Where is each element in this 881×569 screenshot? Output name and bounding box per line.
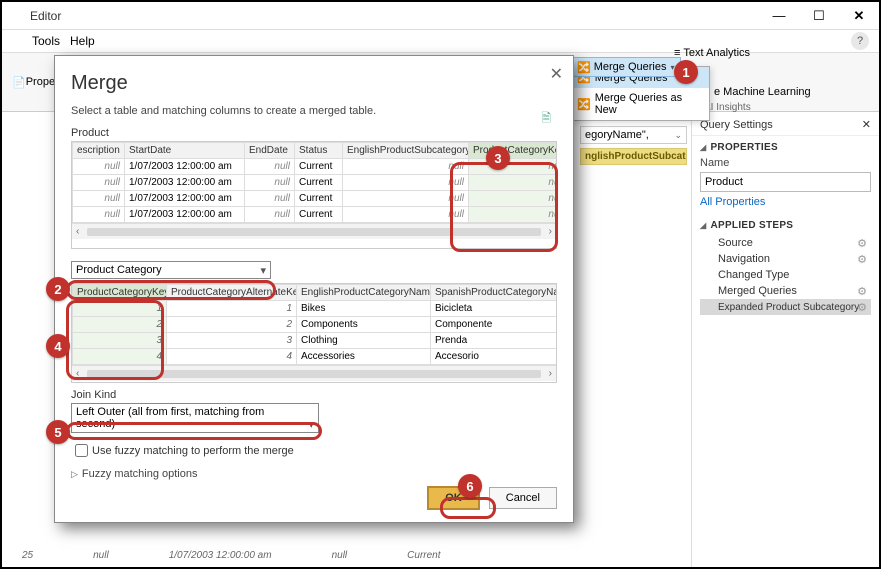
annotation-6: 6 (458, 474, 482, 498)
table-row[interactable]: null1/07/2003 12:00:00 amnullCurrentnull… (73, 159, 558, 175)
query-settings-panel: Query Settings ✕ PROPERTIES Name All Pro… (691, 114, 879, 567)
fuzzy-checkbox-label: Use fuzzy matching to perform the merge (92, 445, 294, 457)
name-label: Name (700, 157, 871, 169)
primary-table-name: Product (71, 127, 557, 139)
col-description[interactable]: escription (73, 143, 125, 159)
formula-bar[interactable]: egoryName", ⌄ (580, 126, 687, 144)
step-merged-label: Merged Queries (718, 285, 797, 297)
close-panel-icon[interactable]: ✕ (862, 118, 871, 131)
table-row[interactable]: 22ComponentsComponente (73, 317, 558, 333)
annotation-3: 3 (486, 146, 510, 170)
applied-steps-header[interactable]: APPLIED STEPS (700, 220, 871, 231)
step-expanded-label: Expanded Product Subcategory (718, 302, 859, 313)
merge-queries-label: Merge Queries (594, 61, 667, 73)
text-analytics-label: Text Analytics (683, 47, 750, 59)
horizontal-scrollbar[interactable]: ‹› (72, 223, 556, 239)
table-row[interactable]: null1/07/2003 12:00:00 amnullCurrentnull… (73, 175, 558, 191)
col-status[interactable]: Status (295, 143, 343, 159)
table-row[interactable]: 33ClothingPrenda (73, 333, 558, 349)
formula-dropdown-icon[interactable]: ⌄ (674, 130, 682, 141)
fuzzy-checkbox-input[interactable] (75, 444, 88, 457)
col2-alternatekey[interactable]: ProductCategoryAlternateKey (167, 285, 297, 301)
merge-queries-icon: 🔀 (577, 61, 591, 74)
annotation-2: 2 (46, 277, 70, 301)
merge-queries-as-new-item[interactable]: 🔀 Merge Queries as New (571, 88, 709, 120)
col-productcategorykey[interactable]: ProductCategoryKey (469, 143, 558, 159)
step-source-label: Source (718, 237, 753, 249)
primary-table-grid[interactable]: escription StartDate EndDate Status Engl… (71, 141, 557, 249)
table-row[interactable]: 44AccessoriesAccesorio (73, 349, 558, 365)
col2-spanish-name[interactable]: SpanishProductCategoryName (431, 285, 558, 301)
query-name-input[interactable] (700, 172, 871, 192)
col2-productcategorykey[interactable]: ProductCategoryKey (73, 285, 167, 301)
table-row[interactable]: null1/07/2003 12:00:00 amnullCurrentnull… (73, 191, 558, 207)
selected-column-header[interactable]: nglishProductSubcategoryNam (580, 148, 687, 165)
fuzzy-matching-checkbox[interactable]: Use fuzzy matching to perform the merge (71, 441, 557, 460)
background-data-row: 25 null 1/07/2003 12:00:00 am null Curre… (22, 550, 679, 561)
table-row[interactable]: 11BikesBicicleta (73, 301, 558, 317)
col2-english-name[interactable]: EnglishProductCategoryName (297, 285, 431, 301)
annotation-5: 5 (46, 420, 70, 444)
join-kind-dropdown[interactable]: Left Outer (all from first, matching fro… (71, 403, 319, 433)
window-close[interactable]: ✕ (839, 2, 879, 30)
annotation-4: 4 (46, 334, 70, 358)
step-navigation-label: Navigation (718, 253, 770, 265)
merge-dialog: ✕ Merge Select a table and matching colu… (54, 55, 574, 523)
menu-tools[interactable]: Tools (32, 34, 60, 48)
step-expanded-subcategory[interactable]: Expanded Product Subcategory⚙ (700, 299, 871, 315)
dialog-title: Merge (71, 72, 557, 95)
properties-icon: 📄 (12, 76, 26, 89)
help-icon[interactable]: ? (851, 32, 869, 50)
step-changed-label: Changed Type (718, 269, 789, 281)
horizontal-scrollbar[interactable]: ‹› (72, 365, 556, 381)
fuzzy-options-expander[interactable]: Fuzzy matching options (71, 468, 557, 480)
secondary-table-dropdown[interactable]: Product Category (71, 261, 271, 279)
text-analytics-button[interactable]: ≡ Text Analytics (674, 47, 750, 59)
gear-icon[interactable]: ⚙ (857, 237, 867, 250)
col-startdate[interactable]: StartDate (125, 143, 245, 159)
table-row[interactable]: null1/07/2003 12:00:00 amnullCurrentnull… (73, 207, 558, 223)
join-kind-label: Join Kind (71, 389, 557, 401)
merge-queries-as-new-label: Merge Queries as New (595, 92, 703, 116)
window-minimize[interactable]: — (759, 2, 799, 30)
ai-insights-group-label: AI Insights (704, 102, 751, 113)
gear-icon[interactable]: ⚙ (857, 253, 867, 266)
formula-text: egoryName", (585, 129, 649, 141)
window-title: Editor (30, 9, 61, 23)
step-changed-type[interactable]: Changed Type (700, 267, 871, 283)
col-enddate[interactable]: EndDate (245, 143, 295, 159)
gear-icon[interactable]: ⚙ (857, 301, 867, 314)
cancel-button[interactable]: Cancel (489, 487, 557, 509)
properties-section-header[interactable]: PROPERTIES (700, 142, 871, 153)
step-source[interactable]: Source ⚙ (700, 235, 871, 251)
step-merged-queries[interactable]: Merged Queries ⚙ (700, 283, 871, 299)
dialog-description: Select a table and matching columns to c… (71, 105, 557, 117)
step-navigation[interactable]: Navigation ⚙ (700, 251, 871, 267)
menu-help[interactable]: Help (70, 34, 95, 48)
azure-ml-button[interactable]: e Machine Learning (714, 86, 811, 98)
merge-queries-new-icon: 🔀 (577, 98, 591, 111)
window-maximize[interactable]: ☐ (799, 2, 839, 30)
secondary-table-grid[interactable]: ProductCategoryKey ProductCategoryAltern… (71, 283, 557, 383)
annotation-1: 1 (674, 60, 698, 84)
dialog-close-icon[interactable]: ✕ (550, 64, 563, 84)
gear-icon[interactable]: ⚙ (857, 285, 867, 298)
new-query-icon[interactable]: 🗎 (541, 109, 551, 130)
merge-queries-button[interactable]: 🔀 Merge Queries ▾ (570, 57, 681, 77)
col-subcategory[interactable]: EnglishProductSubcategoryName (343, 143, 469, 159)
query-settings-title: Query Settings (700, 119, 773, 131)
all-properties-link[interactable]: All Properties (700, 196, 765, 208)
